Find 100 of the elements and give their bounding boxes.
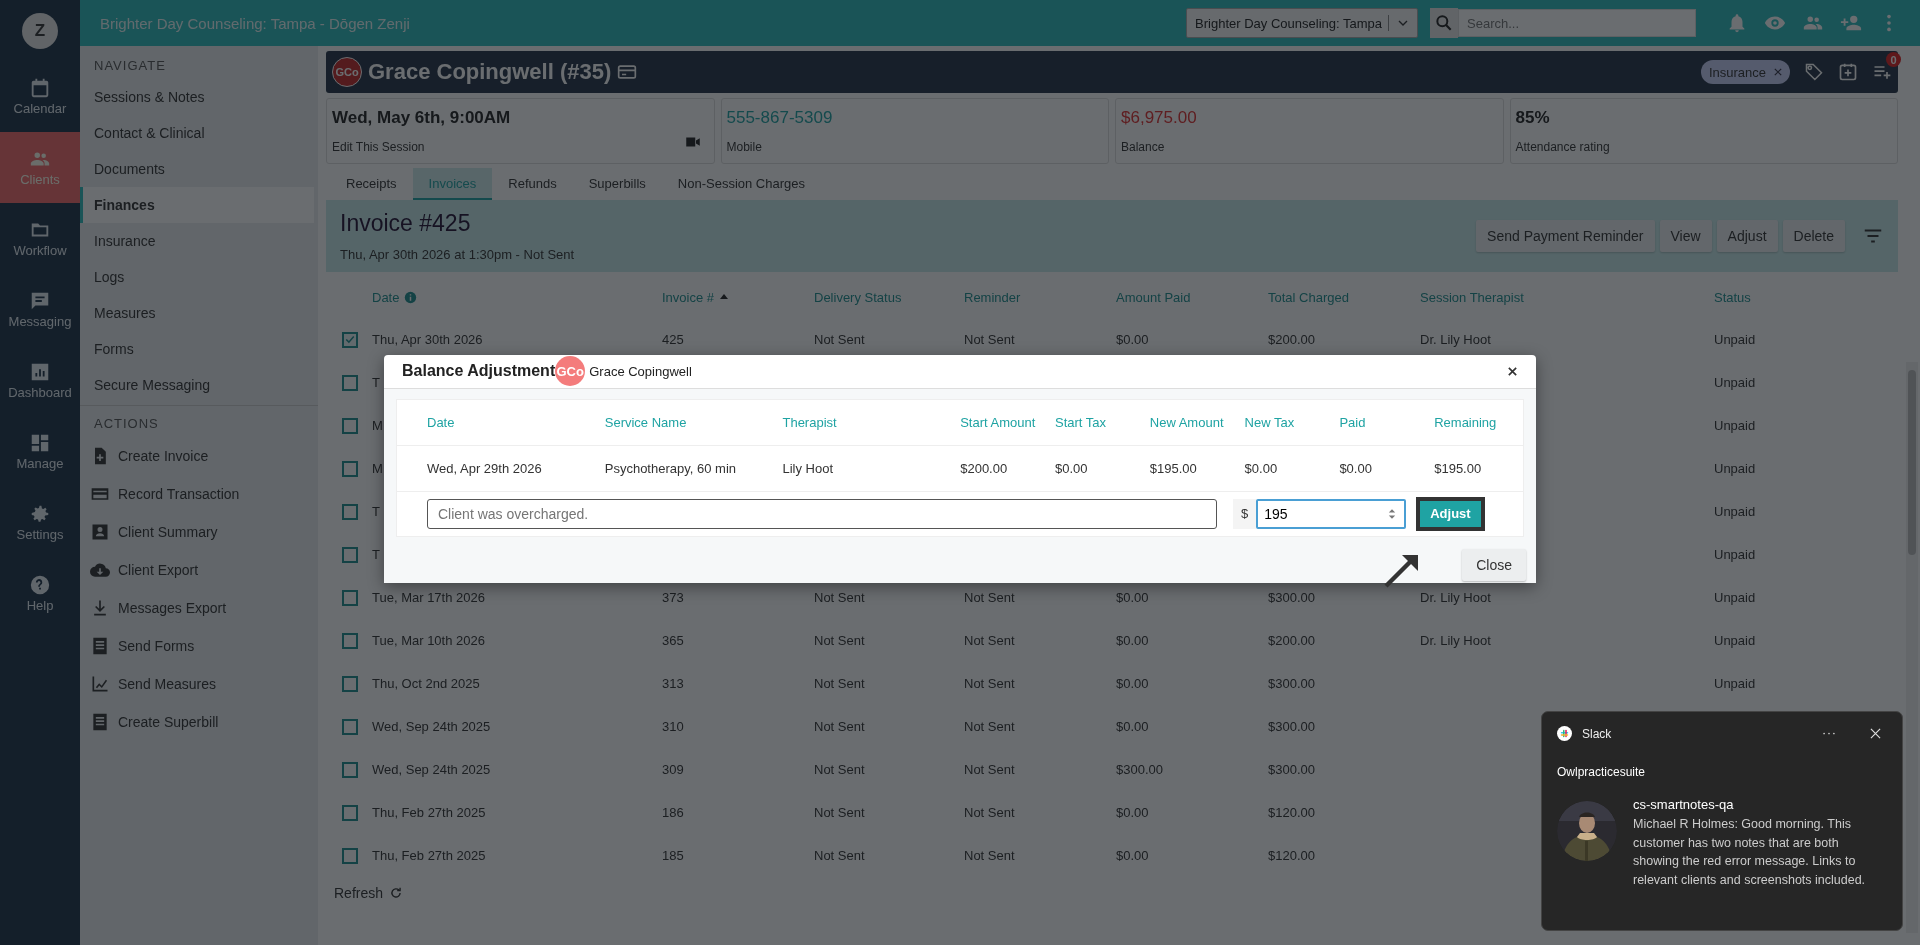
nav-link[interactable]: Documents [80,151,314,187]
scrollbar[interactable] [1906,362,1918,933]
rail-nav-item[interactable]: Dashboard [0,345,80,416]
row-checkbox[interactable] [342,503,358,520]
search-button[interactable] [1430,8,1458,38]
nav-link[interactable]: Contact & Clinical [80,115,314,151]
reason-field[interactable]: Client was overcharged. [427,498,1217,529]
close-icon[interactable] [1507,365,1518,377]
contact-icon[interactable] [90,522,110,542]
action-link[interactable]: Record Transaction [80,475,318,513]
action-link[interactable]: Create Invoice [80,437,318,475]
column-header[interactable]: Status [1714,289,1751,305]
table-cell: Unpaid [1714,375,1756,390]
message-text: Michael R Holmes: Good morning. This customer has two notes that are both showing the red error message. Links to relevant clients and screenshots included. [1633,816,1867,889]
chart-icon[interactable] [29,361,51,383]
calendar-add-icon[interactable] [1838,62,1858,82]
help-icon[interactable] [29,574,51,596]
table-cell: Thu, Apr 30th 2026 [372,332,483,347]
gear-icon[interactable] [29,503,51,525]
refresh-icon[interactable] [389,886,404,900]
list-icon[interactable] [90,636,110,656]
rail-nav-item[interactable]: Calendar [0,61,80,132]
action-link[interactable]: Messages Export [80,589,318,627]
column-header[interactable]: Total Charged [1268,289,1349,305]
adjust-button[interactable]: Adjust [1416,496,1485,531]
summary-card[interactable]: 85% Attendance rating [1509,98,1898,164]
row-checkbox[interactable] [342,460,358,477]
nav-link[interactable]: Finances [80,187,314,223]
remove-icon[interactable] [1774,68,1782,76]
summary-card[interactable]: Wed, May 6th, 9:00AM Edit This Session [326,98,715,164]
tab[interactable]: Superbills [572,168,662,200]
rail-nav-item[interactable]: Workflow [0,203,80,274]
nav-link[interactable]: Measures [80,295,314,331]
nav-link[interactable]: Logs [80,259,314,295]
invoice-action-button[interactable]: Send Payment Reminder [1476,220,1655,252]
row-checkbox[interactable] [342,417,358,434]
sort-ascending-icon[interactable] [719,292,730,302]
calendar-icon[interactable] [29,77,51,99]
table-cell-text: $0.00 [1244,460,1279,476]
action-link[interactable]: Client Export [80,551,318,589]
column-header[interactable]: Session Therapist [1420,289,1524,305]
invoice-action-button[interactable]: Adjust [1716,220,1778,252]
column-header[interactable]: Date [372,289,400,305]
table-cell: Unpaid [1714,590,1756,605]
invoice-action-button[interactable]: View [1659,220,1712,252]
summary-card[interactable]: $6,975.00 Balance [1115,98,1504,164]
tab[interactable]: Invoices [412,168,493,200]
table-cell: 185 [662,848,684,863]
rail-nav-item[interactable]: Help [0,558,80,629]
row-checkbox[interactable] [342,546,358,563]
nav-link[interactable]: Forms [80,331,314,367]
dashboard-icon[interactable] [29,432,51,454]
nav-link[interactable]: Secure Messaging [80,367,314,403]
nav-link[interactable]: Insurance [80,223,314,259]
row-checkbox[interactable] [342,675,358,692]
row-checkbox[interactable] [342,804,358,821]
action-link[interactable]: Client Summary [80,513,318,551]
line-chart-icon[interactable] [90,674,110,694]
notification-popup[interactable]: Slack Owlpracticesuite cs-smartnotes-qa Michael R Holmes: Good morning. This customer has two notes that are both showing the red error message. Links to relevant clients and screenshots included. [1541,711,1903,931]
close-button[interactable]: Close [1462,548,1526,581]
row-checkbox[interactable] [342,589,358,606]
row-checkbox[interactable] [342,374,358,391]
row-checkbox[interactable] [342,761,358,778]
row-checkbox[interactable] [342,331,358,348]
nav-link[interactable]: Sessions & Notes [80,79,314,115]
list-icon[interactable] [90,712,110,732]
search-icon[interactable] [1434,13,1454,33]
column-header[interactable]: Reminder [964,289,1021,305]
invoice-action-button[interactable]: Delete [1782,220,1845,252]
insurance-tag[interactable]: Insurance [1700,60,1790,84]
table-cell-text: Wed, Apr 29th 2026 [427,460,543,476]
row-checkbox[interactable] [342,632,358,649]
tab[interactable]: Refunds [492,168,573,200]
table-cell: Unpaid [1714,676,1756,691]
refresh-button[interactable]: Refresh [334,885,404,901]
table-cell: Unpaid [1714,504,1756,519]
tag-icon[interactable] [1804,62,1824,82]
info-icon[interactable] [404,290,418,304]
rail-nav-item[interactable]: Messaging [0,274,80,345]
more-options-icon[interactable] [1822,731,1836,736]
column-header[interactable]: Delivery Status [814,289,902,305]
rail-nav-item[interactable]: Settings [0,487,80,558]
location-select[interactable]: Brighter Day Counseling: Tampa [1186,8,1418,38]
tab[interactable]: Receipts [330,168,413,200]
row-checkbox[interactable] [342,718,358,735]
logo[interactable]: Z [22,13,58,49]
card-label: Attendance rating [1515,140,1610,154]
action-link[interactable]: Create Superbill [80,703,318,741]
row-checkbox[interactable] [342,847,358,864]
column-header[interactable]: Amount Paid [1116,289,1191,305]
summary-card[interactable]: 555-867-5309 Mobile [720,98,1109,164]
table-cell: $300.00 [1268,719,1315,734]
tab[interactable]: Non-Session Charges [661,168,821,200]
workspace-name: Owlpracticesuite [1557,765,1647,779]
rail-nav-item[interactable]: Manage [0,416,80,487]
amount-field[interactable]: 195 [1256,498,1407,529]
column-header[interactable]: Invoice # [662,289,715,305]
card-icon[interactable] [617,62,638,82]
action-link[interactable]: Send Forms [80,627,318,665]
action-link[interactable]: Send Measures [80,665,318,703]
